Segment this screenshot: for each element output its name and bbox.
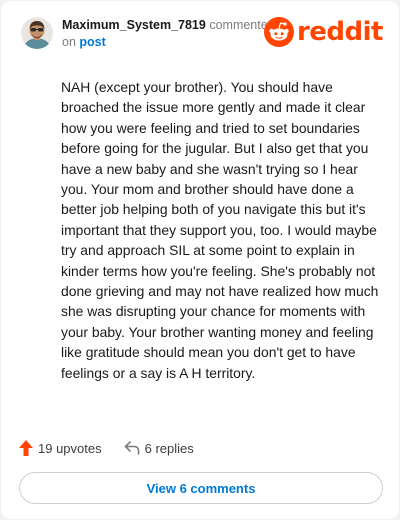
reddit-snoo-icon bbox=[263, 17, 294, 47]
reply-count: 6 replies bbox=[144, 440, 194, 456]
reply-arrow-icon bbox=[124, 441, 139, 455]
comment-actions: 19 upvotes 6 replies bbox=[19, 437, 216, 459]
username[interactable]: Maximum_System_7819 bbox=[62, 18, 206, 32]
upvote-count: 19 upvotes bbox=[38, 440, 102, 456]
avatar[interactable] bbox=[21, 17, 53, 49]
post-link[interactable]: post bbox=[79, 35, 105, 49]
comment-header: Maximum_System_7819 commented on post re… bbox=[21, 15, 384, 55]
upvote-arrow-icon bbox=[19, 440, 33, 456]
reddit-wordmark: reddit bbox=[296, 17, 384, 47]
replies-button[interactable]: 6 replies bbox=[124, 441, 194, 456]
comment-body: NAH (except your brother). You should ha… bbox=[61, 79, 379, 381]
view-comments-button[interactable]: View 6 comments bbox=[19, 472, 383, 504]
comment-card: Maximum_System_7819 commented on post re… bbox=[1, 1, 399, 519]
comment-meta: Maximum_System_7819 commented on post bbox=[62, 17, 275, 51]
reddit-logo[interactable]: reddit bbox=[263, 15, 384, 49]
on-label: on bbox=[62, 35, 76, 49]
upvote-button[interactable]: 19 upvotes bbox=[19, 440, 102, 456]
